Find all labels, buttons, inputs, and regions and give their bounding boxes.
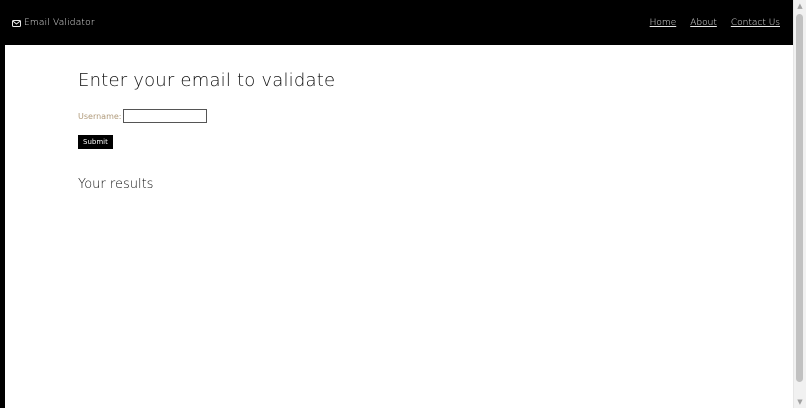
results-title: Your results (78, 177, 154, 192)
nav-link-about[interactable]: About (690, 18, 717, 28)
vertical-scrollbar[interactable]: ▲ ▼ (793, 0, 806, 408)
page-title: Enter your email to validate (78, 70, 336, 91)
scroll-up-arrow-icon[interactable]: ▲ (794, 0, 806, 12)
brand-label: Email Validator (24, 18, 95, 28)
navbar: Email Validator Home About Contact Us (5, 3, 793, 45)
username-label: Username: (78, 111, 122, 121)
username-input[interactable] (123, 109, 208, 123)
nav-link-home[interactable]: Home (650, 18, 677, 28)
scroll-down-arrow-icon[interactable]: ▼ (794, 396, 806, 408)
brand[interactable]: Email Validator (12, 18, 95, 28)
username-row: Username: (78, 109, 335, 123)
browser-viewport (0, 0, 806, 408)
main-content: Enter your email to validate Username: S… (78, 70, 335, 192)
nav-links: Home About Contact Us (650, 18, 780, 28)
envelope-icon (12, 19, 21, 27)
nav-link-contact-us[interactable]: Contact Us (731, 18, 780, 28)
submit-button[interactable]: Submit (78, 135, 113, 149)
scrollbar-thumb[interactable] (796, 14, 803, 382)
